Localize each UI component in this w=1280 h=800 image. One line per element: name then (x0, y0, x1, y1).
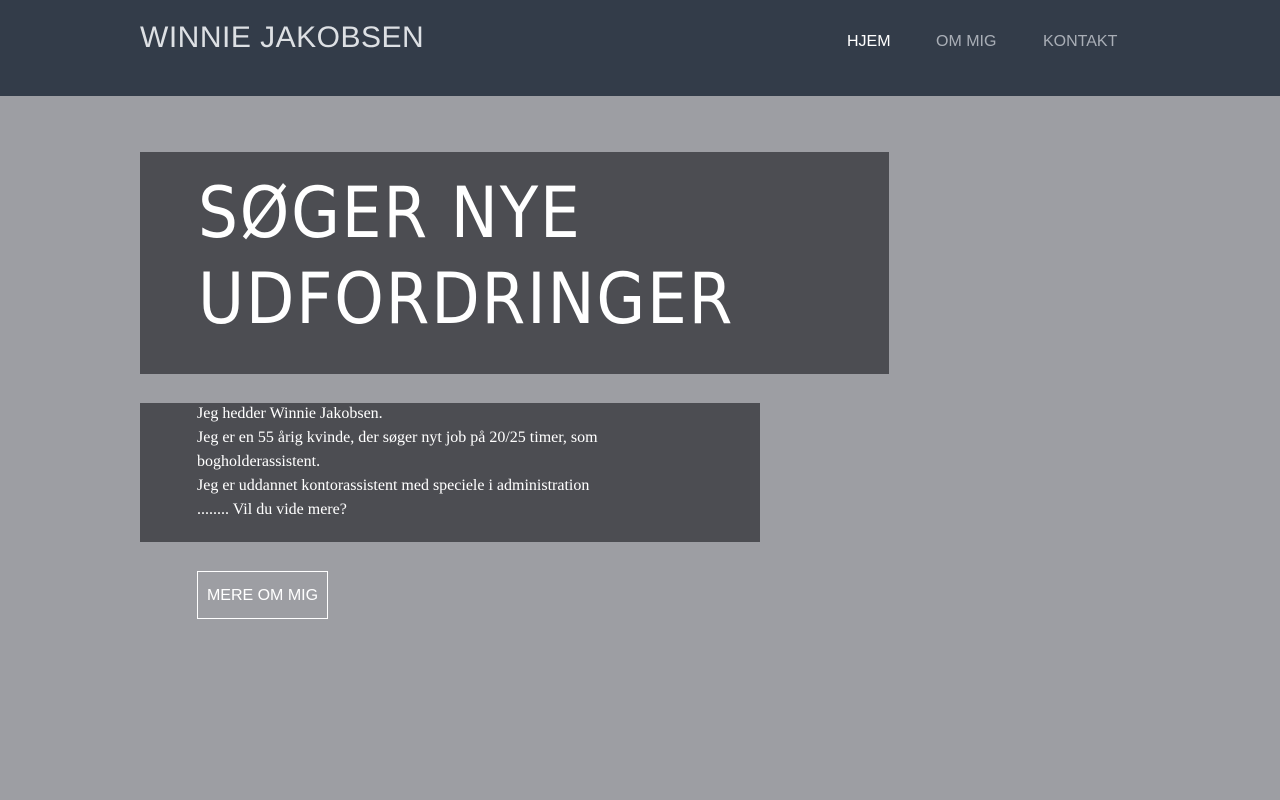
main-nav: HJEM OM MIG KONTAKT (0, 31, 1280, 53)
intro-box: Jeg hedder Winnie Jakobsen. Jeg er en 55… (140, 403, 760, 542)
intro-line-more: ........ Vil du vide mere? (197, 501, 347, 518)
intro-line-name: Jeg hedder Winnie Jakobsen. (197, 405, 383, 422)
intro-text: Jeg hedder Winnie Jakobsen. Jeg er en 55… (197, 402, 637, 522)
hero-title: SØGER NYE UDFORDRINGER (198, 170, 810, 342)
nav-item-om-mig[interactable]: OM MIG (936, 31, 996, 53)
site-header: WINNIE JAKOBSEN HJEM OM MIG KONTAKT (0, 0, 1280, 96)
more-about-me-button[interactable]: MERE OM MIG (197, 571, 328, 619)
intro-line-job: Jeg er en 55 årig kvinde, der søger nyt … (197, 429, 598, 470)
intro-line-education: Jeg er uddannet kontorassistent med spec… (197, 477, 590, 494)
hero-title-line-2: UDFORDRINGER (198, 258, 735, 340)
hero-box: SØGER NYE UDFORDRINGER (140, 152, 889, 374)
hero-title-line-1: SØGER NYE (198, 172, 582, 254)
nav-item-kontakt[interactable]: KONTAKT (1043, 31, 1117, 53)
nav-item-hjem[interactable]: HJEM (847, 31, 891, 53)
